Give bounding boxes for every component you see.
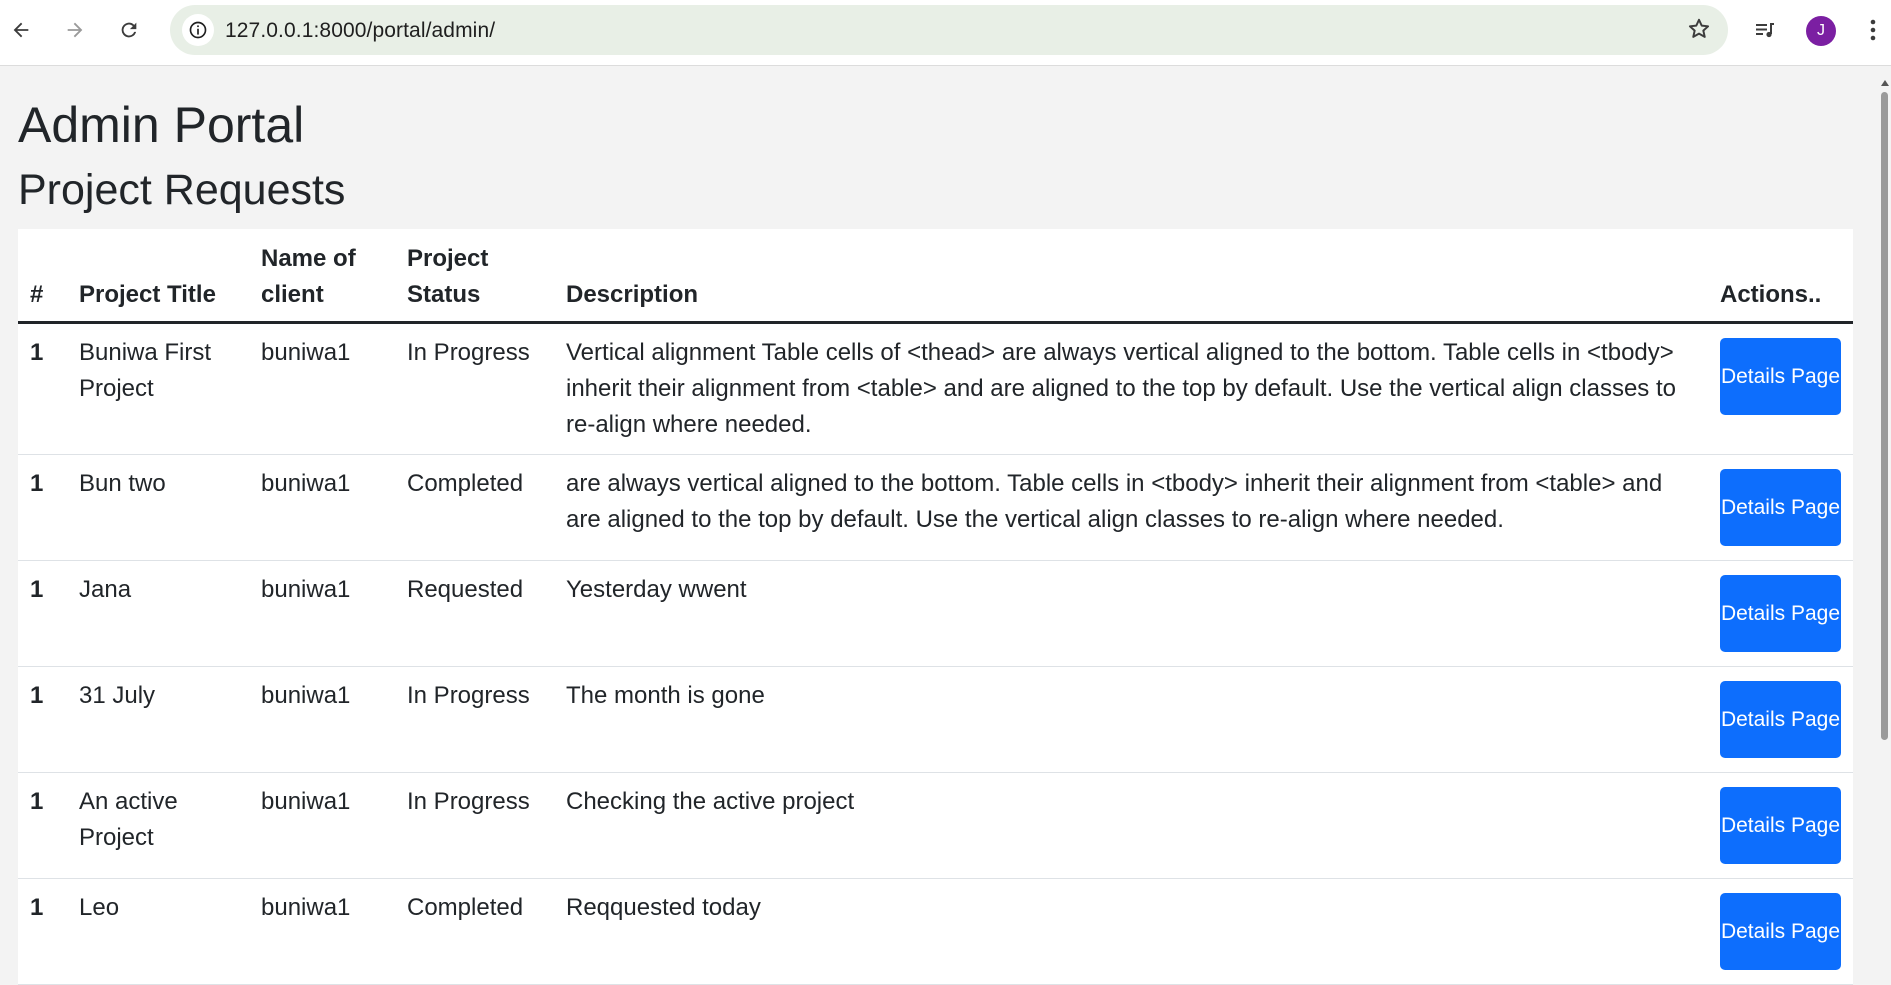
details-page-button[interactable]: Details Page — [1720, 787, 1841, 864]
row-project-title: Jana — [67, 560, 249, 667]
table-row: 1 Bun two buniwa1 Completed are always v… — [18, 454, 1853, 561]
row-project-status: In Progress — [395, 772, 554, 879]
row-client-name: buniwa1 — [249, 560, 395, 667]
kebab-menu-icon — [1870, 19, 1876, 41]
row-actions: Details Page — [1708, 560, 1853, 667]
scroll-thumb[interactable] — [1881, 92, 1888, 740]
row-client-name: buniwa1 — [249, 666, 395, 773]
row-project-status: Requested — [395, 560, 554, 667]
browser-toolbar: 127.0.0.1:8000/portal/admin/ J — [0, 0, 1891, 66]
table-row: 1 31 July buniwa1 In Progress The month … — [18, 666, 1853, 773]
table-header-row: # Project Title Name of client Project S… — [18, 229, 1853, 324]
row-project-title: 31 July — [67, 666, 249, 773]
table-body: 1 Buniwa First Project buniwa1 In Progre… — [18, 322, 1853, 985]
row-project-status: In Progress — [395, 322, 554, 455]
header-project-status: Project Status — [395, 229, 554, 324]
row-project-title: Buniwa First Project — [67, 322, 249, 455]
row-client-name: buniwa1 — [249, 322, 395, 455]
page-title: Admin Portal — [18, 97, 305, 153]
row-client-name: buniwa1 — [249, 772, 395, 879]
header-project-title: Project Title — [67, 229, 249, 324]
row-actions: Details Page — [1708, 666, 1853, 773]
row-description: Vertical alignment Table cells of <thead… — [554, 322, 1708, 455]
table-row: 1 Leo buniwa1 Completed Reqquested today… — [18, 878, 1853, 985]
row-number: 1 — [18, 878, 67, 985]
reload-icon — [121, 22, 137, 38]
row-number: 1 — [18, 322, 67, 455]
bookmark-button[interactable] — [1686, 16, 1712, 47]
row-description: Checking the active project — [554, 772, 1708, 879]
row-description: Reqquested today — [554, 878, 1708, 985]
page-scrollbar[interactable] — [1878, 66, 1891, 952]
media-queue-button[interactable] — [1747, 12, 1783, 48]
row-number: 1 — [18, 772, 67, 879]
details-page-button[interactable]: Details Page — [1720, 338, 1841, 415]
forward-button[interactable] — [57, 12, 93, 48]
site-info-icon — [189, 21, 207, 39]
project-requests-table-container: # Project Title Name of client Project S… — [18, 229, 1853, 985]
row-project-title: Leo — [67, 878, 249, 985]
details-page-button[interactable]: Details Page — [1720, 575, 1841, 652]
row-project-status: In Progress — [395, 666, 554, 773]
url-text[interactable]: 127.0.0.1:8000/portal/admin/ — [225, 19, 495, 43]
table-row: 1 Jana buniwa1 Requested Yesterday wwent… — [18, 560, 1853, 667]
row-description: Yesterday wwent — [554, 560, 1708, 667]
table-header: # Project Title Name of client Project S… — [18, 229, 1853, 324]
back-button[interactable] — [3, 12, 39, 48]
row-number: 1 — [18, 666, 67, 773]
row-actions: Details Page — [1708, 878, 1853, 985]
table-row: 1 An active Project buniwa1 In Progress … — [18, 772, 1853, 879]
details-page-button[interactable]: Details Page — [1720, 681, 1841, 758]
row-actions: Details Page — [1708, 772, 1853, 879]
row-project-status: Completed — [395, 454, 554, 561]
back-arrow-icon — [13, 22, 29, 38]
row-project-status: Completed — [395, 878, 554, 985]
row-project-title: Bun two — [67, 454, 249, 561]
media-queue-icon — [1756, 23, 1774, 38]
row-client-name: buniwa1 — [249, 454, 395, 561]
row-number: 1 — [18, 454, 67, 561]
row-number: 1 — [18, 560, 67, 667]
reload-button[interactable] — [111, 12, 147, 48]
header-client-name: Name of client — [249, 229, 395, 324]
bookmark-star-icon — [1688, 18, 1710, 38]
address-bar[interactable]: 127.0.0.1:8000/portal/admin/ — [170, 5, 1728, 55]
row-actions: Details Page — [1708, 322, 1853, 455]
project-requests-table: # Project Title Name of client Project S… — [18, 229, 1853, 985]
profile-avatar[interactable]: J — [1806, 16, 1836, 46]
details-page-button[interactable]: Details Page — [1720, 469, 1841, 546]
row-client-name: buniwa1 — [249, 878, 395, 985]
forward-arrow-icon — [67, 22, 83, 38]
details-page-button[interactable]: Details Page — [1720, 893, 1841, 970]
site-info-button[interactable] — [182, 14, 214, 46]
section-title: Project Requests — [18, 166, 346, 214]
header-description: Description — [554, 229, 1708, 324]
table-row: 1 Buniwa First Project buniwa1 In Progre… — [18, 322, 1853, 455]
row-actions: Details Page — [1708, 454, 1853, 561]
row-description: The month is gone — [554, 666, 1708, 773]
row-project-title: An active Project — [67, 772, 249, 879]
header-number: # — [18, 229, 67, 324]
browser-menu-button[interactable] — [1858, 12, 1888, 48]
scroll-up-arrow-icon[interactable] — [1881, 80, 1889, 86]
header-actions: Actions.. — [1708, 229, 1853, 324]
row-description: are always vertical aligned to the botto… — [554, 454, 1708, 561]
